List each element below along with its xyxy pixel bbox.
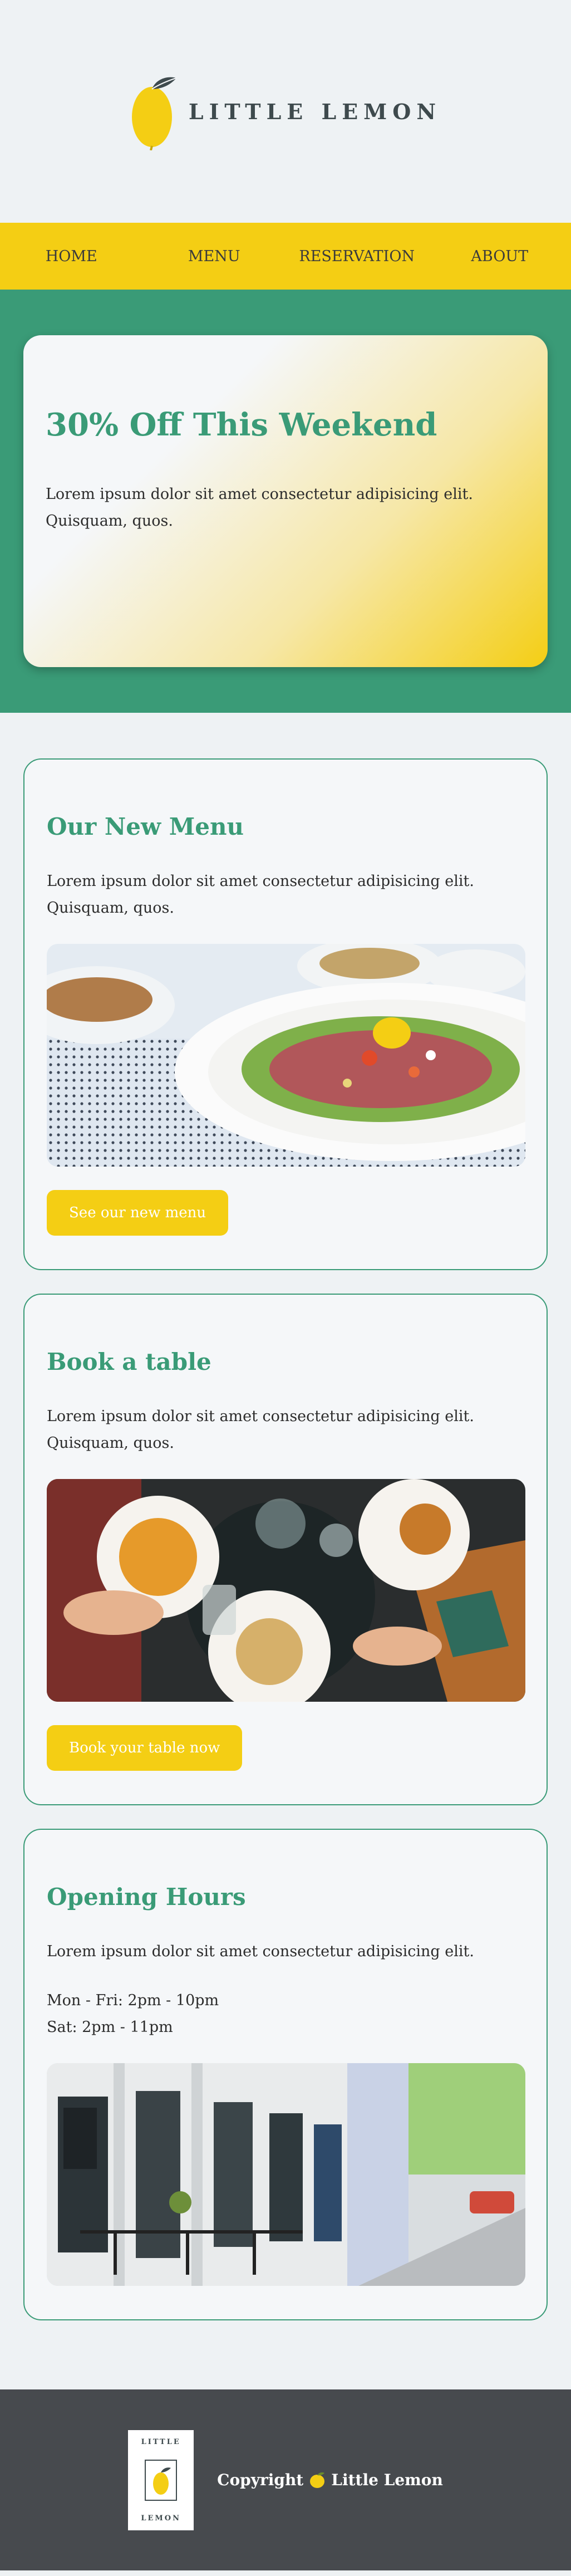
- copyright-brand: Little Lemon: [331, 2471, 443, 2489]
- hours-saturday: Sat: 2pm - 11pm: [47, 2019, 173, 2036]
- menu-card-title: Our New Menu: [47, 813, 244, 840]
- restaurant-street-image: [47, 2063, 525, 2286]
- book-card: Book a table Lorem ipsum dolor sit amet …: [23, 1294, 548, 1805]
- menu-card: Our New Menu Lorem ipsum dolor sit amet …: [23, 758, 548, 1270]
- hero-section: 30% Off This Weekend Lorem ipsum dolor s…: [0, 290, 571, 713]
- brand-name: LITTLE LEMON: [188, 99, 442, 124]
- site-footer: LITTLE LEMON Copyright Little Lemon: [0, 2389, 571, 2570]
- promo-text: Lorem ipsum dolor sit amet consectetur a…: [46, 486, 473, 530]
- nav-item-menu[interactable]: MENU: [143, 248, 286, 265]
- book-table-button[interactable]: Book your table now: [47, 1725, 243, 1771]
- opening-hours: Mon - Fri: 2pm - 10pm Sat: 2pm - 11pm: [47, 1987, 524, 2041]
- promo-card: 30% Off This Weekend Lorem ipsum dolor s…: [23, 335, 548, 667]
- footer-logo[interactable]: LITTLE LEMON: [128, 2430, 194, 2530]
- hours-card-text: Lorem ipsum dolor sit amet consectetur a…: [47, 1943, 474, 1960]
- see-menu-button[interactable]: See our new menu: [47, 1190, 229, 1236]
- footer-logo-line2: LEMON: [141, 2514, 181, 2523]
- book-card-title: Book a table: [47, 1348, 211, 1375]
- logo[interactable]: LITTLE LEMON: [130, 72, 441, 150]
- hours-card: Opening Hours Lorem ipsum dolor sit amet…: [23, 1829, 548, 2320]
- hours-weekday: Mon - Fri: 2pm - 10pm: [47, 1992, 219, 2009]
- lemon-icon: [310, 2472, 325, 2488]
- table-dining-image: [47, 1479, 525, 1702]
- main-nav: HOME MENU RESERVATION ABOUT: [0, 223, 571, 290]
- content-cards: Our New Menu Lorem ipsum dolor sit amet …: [0, 713, 571, 2389]
- menu-card-text: Lorem ipsum dolor sit amet consectetur a…: [47, 873, 474, 917]
- site-header: LITTLE LEMON: [0, 0, 571, 223]
- menu-dish-image: [47, 944, 525, 1167]
- nav-item-home[interactable]: HOME: [0, 248, 143, 265]
- lemon-icon: [145, 2459, 178, 2501]
- copyright-label: Copyright: [217, 2471, 304, 2489]
- hours-card-title: Opening Hours: [47, 1883, 246, 1911]
- footer-logo-line1: LITTLE: [141, 2437, 181, 2446]
- nav-item-reservation[interactable]: RESERVATION: [286, 248, 429, 265]
- lemon-icon: [131, 77, 177, 150]
- book-card-text: Lorem ipsum dolor sit amet consectetur a…: [47, 1408, 474, 1452]
- copyright: Copyright Little Lemon: [217, 2471, 443, 2490]
- promo-title: 30% Off This Weekend: [46, 407, 437, 443]
- nav-item-about[interactable]: ABOUT: [429, 248, 571, 265]
